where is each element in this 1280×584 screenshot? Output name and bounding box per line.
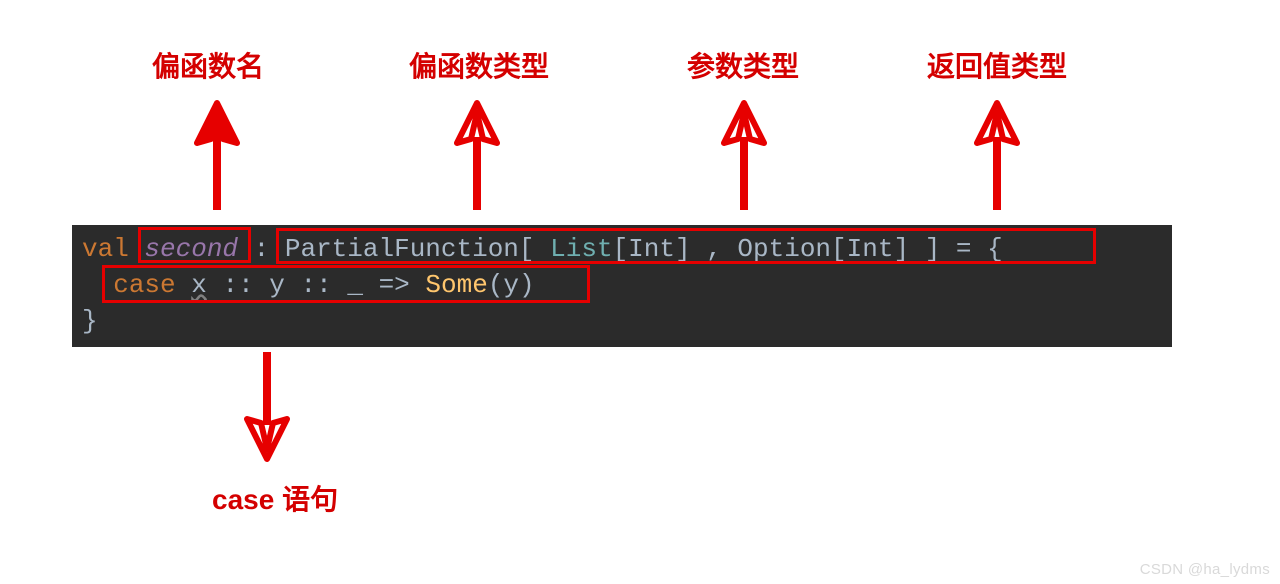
arrow-up-icon bbox=[714, 95, 774, 215]
highlight-box-case bbox=[102, 265, 590, 303]
code-line-3: } bbox=[82, 303, 1162, 339]
highlight-box-type bbox=[276, 228, 1096, 264]
arrow-up-icon bbox=[967, 95, 1027, 215]
label-return-type: 返回值类型 bbox=[927, 45, 1067, 85]
label-param-type: 参数类型 bbox=[687, 45, 799, 85]
arrow-up-icon bbox=[447, 95, 507, 215]
keyword-val: val bbox=[82, 234, 129, 264]
label-case-stmt: case 语句 bbox=[212, 478, 338, 518]
label-partial-fn-name: 偏函数名 bbox=[152, 45, 264, 85]
label-partial-fn-type: 偏函数类型 bbox=[409, 45, 549, 85]
diagram-canvas: 偏函数名 偏函数类型 参数类型 返回值类型 val second : Parti… bbox=[72, 15, 1252, 555]
watermark: CSDN @ha_lydms bbox=[1140, 561, 1270, 578]
arrow-down-icon bbox=[237, 347, 297, 467]
highlight-box-name bbox=[138, 227, 251, 263]
arrow-up-icon bbox=[187, 95, 247, 215]
